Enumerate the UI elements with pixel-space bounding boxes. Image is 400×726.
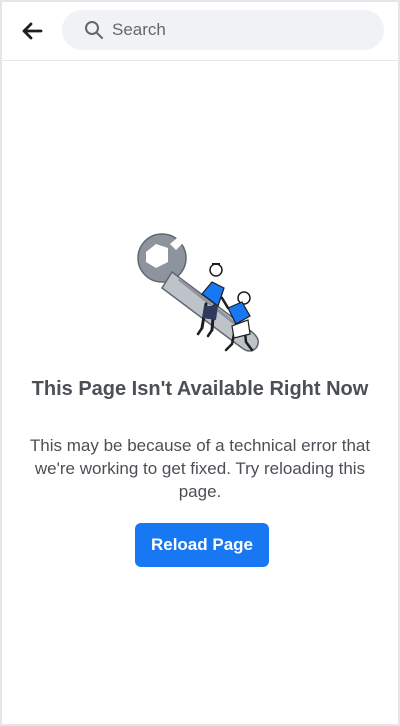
search-icon <box>84 20 104 40</box>
top-bar <box>2 2 398 61</box>
page-frame: This Page Isn't Available Right Now This… <box>0 0 400 726</box>
back-button[interactable] <box>15 14 49 48</box>
search-box[interactable] <box>62 10 384 50</box>
error-message: This may be because of a technical error… <box>29 436 371 501</box>
search-input[interactable] <box>112 15 362 45</box>
wrench-workers-illustration <box>137 232 259 352</box>
reload-page-button[interactable]: Reload Page <box>135 523 269 567</box>
arrow-left-icon <box>22 22 43 40</box>
page-title: This Page Isn't Available Right Now <box>31 378 369 400</box>
